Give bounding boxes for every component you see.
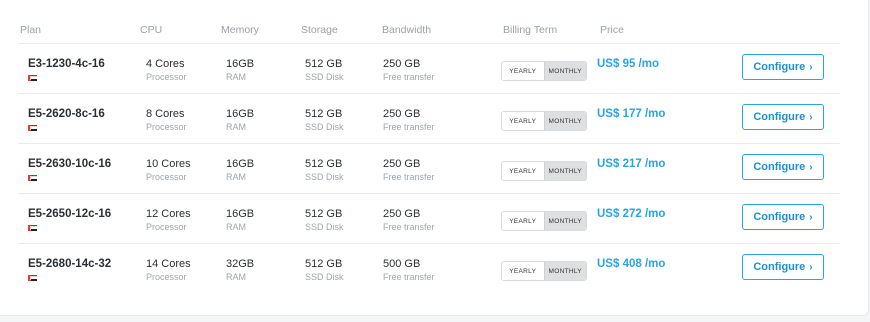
- cpu-value: 8 Cores: [146, 108, 185, 120]
- price-value: US$ 95 /mo: [597, 58, 659, 70]
- billing-monthly-option[interactable]: MONTHLY: [543, 112, 586, 130]
- storage-sub: SSD Disk: [305, 122, 344, 132]
- uae-flag-icon: [28, 75, 37, 81]
- table-row: E5-2620-8c-16 8 Cores Processor 16GB RAM…: [18, 93, 840, 144]
- memory-sub: RAM: [226, 122, 246, 132]
- billing-term-toggle[interactable]: YEARLY MONTHLY: [501, 111, 587, 131]
- bandwidth-value: 500 GB: [383, 258, 421, 270]
- memory-sub: RAM: [226, 272, 246, 282]
- header-billing-term: Billing Term: [503, 24, 558, 36]
- storage-value: 512 GB: [305, 208, 343, 220]
- billing-monthly-option[interactable]: MONTHLY: [543, 162, 586, 180]
- billing-yearly-option[interactable]: YEARLY: [502, 262, 544, 280]
- uae-flag-icon: [28, 175, 37, 181]
- bandwidth-sub: Free transfer: [383, 272, 435, 282]
- uae-flag-icon: [28, 125, 37, 131]
- cpu-sub: Processor: [146, 272, 187, 282]
- storage-value: 512 GB: [305, 258, 343, 270]
- uae-flag-icon: [28, 225, 37, 231]
- header-bandwidth: Bandwidth: [382, 24, 432, 36]
- storage-value: 512 GB: [305, 108, 343, 120]
- plan-name: E5-2650-12c-16: [28, 208, 112, 220]
- configure-button[interactable]: Configure ›: [742, 54, 824, 80]
- storage-value: 512 GB: [305, 158, 343, 170]
- cpu-sub: Processor: [146, 172, 187, 182]
- billing-monthly-option[interactable]: MONTHLY: [543, 62, 586, 80]
- cpu-sub: Processor: [146, 222, 187, 232]
- table-row: E5-2680-14c-32 14 Cores Processor 32GB R…: [18, 243, 840, 294]
- bandwidth-sub: Free transfer: [383, 172, 435, 182]
- chevron-right-icon: ›: [809, 61, 813, 73]
- cpu-value: 14 Cores: [146, 258, 191, 270]
- configure-button[interactable]: Configure ›: [742, 104, 824, 130]
- cpu-sub: Processor: [146, 72, 187, 82]
- price-value: US$ 408 /mo: [597, 258, 666, 270]
- billing-term-toggle[interactable]: YEARLY MONTHLY: [501, 61, 587, 81]
- billing-term-toggle[interactable]: YEARLY MONTHLY: [501, 161, 587, 181]
- memory-value: 16GB: [226, 208, 255, 220]
- bandwidth-sub: Free transfer: [383, 222, 435, 232]
- bandwidth-value: 250 GB: [383, 158, 421, 170]
- memory-value: 16GB: [226, 158, 255, 170]
- cpu-value: 4 Cores: [146, 58, 185, 70]
- billing-yearly-option[interactable]: YEARLY: [502, 162, 544, 180]
- plan-name: E5-2620-8c-16: [28, 108, 105, 120]
- storage-sub: SSD Disk: [305, 222, 344, 232]
- configure-button-label: Configure: [753, 161, 806, 173]
- bandwidth-sub: Free transfer: [383, 122, 435, 132]
- header-cpu: CPU: [140, 24, 163, 36]
- bandwidth-value: 250 GB: [383, 208, 421, 220]
- configure-button-label: Configure: [753, 111, 806, 123]
- plan-name: E3-1230-4c-16: [28, 58, 105, 70]
- storage-value: 512 GB: [305, 58, 343, 70]
- uae-flag-icon: [28, 275, 37, 281]
- price-value: US$ 177 /mo: [597, 108, 666, 120]
- storage-sub: SSD Disk: [305, 272, 344, 282]
- configure-button-label: Configure: [753, 261, 806, 273]
- configure-button[interactable]: Configure ›: [742, 154, 824, 180]
- billing-monthly-option[interactable]: MONTHLY: [543, 212, 586, 230]
- bandwidth-value: 250 GB: [383, 58, 421, 70]
- memory-sub: RAM: [226, 72, 246, 82]
- memory-value: 16GB: [226, 58, 255, 70]
- billing-term-toggle[interactable]: YEARLY MONTHLY: [501, 211, 587, 231]
- header-price: Price: [600, 24, 624, 36]
- billing-yearly-option[interactable]: YEARLY: [502, 62, 544, 80]
- price-value: US$ 272 /mo: [597, 208, 666, 220]
- table-row: E5-2650-12c-16 12 Cores Processor 16GB R…: [18, 193, 840, 244]
- table-header: Plan CPU Memory Storage Bandwidth Billin…: [0, 0, 870, 42]
- billing-yearly-option[interactable]: YEARLY: [502, 212, 544, 230]
- table-row: E5-2630-10c-16 10 Cores Processor 16GB R…: [18, 143, 840, 194]
- configure-button-label: Configure: [753, 61, 806, 73]
- cpu-sub: Processor: [146, 122, 187, 132]
- bandwidth-sub: Free transfer: [383, 72, 435, 82]
- header-storage: Storage: [301, 24, 338, 36]
- chevron-right-icon: ›: [809, 161, 813, 173]
- chevron-right-icon: ›: [809, 211, 813, 223]
- header-plan: Plan: [20, 24, 42, 36]
- configure-button-label: Configure: [753, 211, 806, 223]
- configure-button[interactable]: Configure ›: [742, 254, 824, 280]
- cpu-value: 10 Cores: [146, 158, 191, 170]
- price-value: US$ 217 /mo: [597, 158, 666, 170]
- chevron-right-icon: ›: [809, 261, 813, 273]
- plan-name: E5-2630-10c-16: [28, 158, 112, 170]
- chevron-right-icon: ›: [809, 111, 813, 123]
- memory-value: 32GB: [226, 258, 255, 270]
- cpu-value: 12 Cores: [146, 208, 191, 220]
- billing-term-toggle[interactable]: YEARLY MONTHLY: [501, 261, 587, 281]
- memory-value: 16GB: [226, 108, 255, 120]
- billing-monthly-option[interactable]: MONTHLY: [543, 262, 586, 280]
- bandwidth-value: 250 GB: [383, 108, 421, 120]
- billing-yearly-option[interactable]: YEARLY: [502, 112, 544, 130]
- memory-sub: RAM: [226, 222, 246, 232]
- pricing-table-card: Plan CPU Memory Storage Bandwidth Billin…: [0, 0, 869, 316]
- header-memory: Memory: [221, 24, 259, 36]
- storage-sub: SSD Disk: [305, 172, 344, 182]
- plan-name: E5-2680-14c-32: [28, 258, 112, 270]
- configure-button[interactable]: Configure ›: [742, 204, 824, 230]
- memory-sub: RAM: [226, 172, 246, 182]
- table-row: E3-1230-4c-16 4 Cores Processor 16GB RAM…: [18, 43, 840, 94]
- storage-sub: SSD Disk: [305, 72, 344, 82]
